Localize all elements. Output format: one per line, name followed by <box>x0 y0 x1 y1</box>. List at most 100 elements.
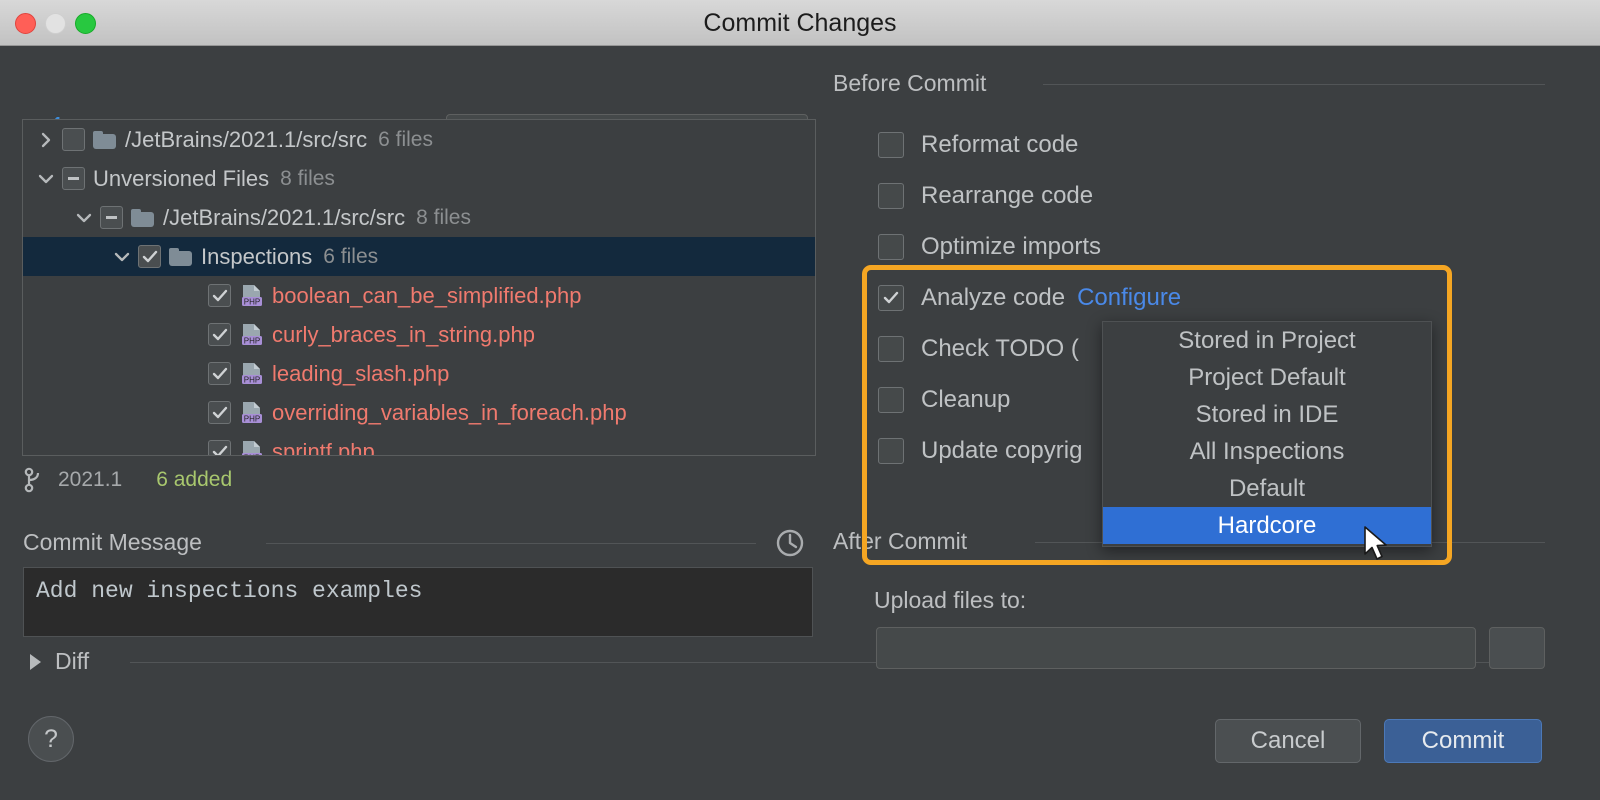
commit-message-input[interactable]: Add new inspections examples <box>23 567 813 637</box>
upload-browse-button[interactable] <box>1489 627 1545 669</box>
toolbar: Changelist: Default Changelist <box>0 46 1600 114</box>
before-commit-title: Before Commit <box>833 70 986 97</box>
before-commit-divider <box>1043 84 1545 85</box>
tree-row-label: curly_braces_in_string.php <box>272 322 535 348</box>
commit-button[interactable]: Commit <box>1384 719 1542 763</box>
svg-text:PHP: PHP <box>244 297 260 306</box>
upload-files-input[interactable] <box>876 627 1476 669</box>
php-file-icon: PHP <box>239 361 265 387</box>
mouse-cursor <box>1362 525 1392 568</box>
checkbox-rearrange-code[interactable] <box>878 183 904 209</box>
option-analyze-code[interactable]: Analyze code Configure <box>878 284 1181 312</box>
option-label-reformat-code: Reformat code <box>921 131 1078 159</box>
option-cleanup[interactable]: Cleanup <box>878 386 1010 414</box>
tree-row-label: /JetBrains/2021.1/src/src <box>163 205 405 231</box>
tree-spacer <box>181 363 203 385</box>
option-label-optimize-imports: Optimize imports <box>921 233 1101 261</box>
commit-message-value: Add new inspections examples <box>36 578 422 604</box>
folder-icon <box>93 131 116 149</box>
branch-icon <box>22 467 46 493</box>
folder-icon <box>169 248 192 266</box>
checkbox-cleanup[interactable] <box>878 387 904 413</box>
tree-row-checkbox[interactable] <box>208 284 231 307</box>
php-file-icon: PHP <box>239 400 265 426</box>
tree-row-label: sprintf.php <box>272 439 375 457</box>
tree-row-label: leading_slash.php <box>272 361 449 387</box>
changes-tree[interactable]: /JetBrains/2021.1/src/src6 filesUnversio… <box>22 119 816 456</box>
tree-row-count: 8 files <box>280 167 335 191</box>
tree-row-label: boolean_can_be_simplified.php <box>272 283 581 309</box>
added-count: 6 added <box>156 468 232 492</box>
menu-section-header: Stored in Project <box>1103 322 1431 359</box>
configure-link[interactable]: Configure <box>1077 284 1181 312</box>
chevron-right-icon[interactable] <box>35 129 57 151</box>
upload-files-label: Upload files to: <box>874 587 1026 614</box>
chevron-right-icon <box>30 654 41 670</box>
tree-row[interactable]: PHP boolean_can_be_simplified.php <box>23 276 815 315</box>
checkbox-reformat-code[interactable] <box>878 132 904 158</box>
svg-text:PHP: PHP <box>244 414 260 423</box>
tree-row[interactable]: Inspections 6 files <box>23 237 815 276</box>
tree-row-checkbox[interactable] <box>62 167 85 190</box>
tree-row-checkbox[interactable] <box>138 245 161 268</box>
branch-name: 2021.1 <box>58 468 122 492</box>
option-label-analyze-code: Analyze code <box>921 284 1065 312</box>
tree-row-count: 8 files <box>416 206 471 230</box>
tree-row[interactable]: PHP leading_slash.php <box>23 354 815 393</box>
tree-row-label: Inspections <box>201 244 312 270</box>
tree-row[interactable]: PHP sprintf.php <box>23 432 815 456</box>
option-update-copyright[interactable]: Update copyrig <box>878 437 1082 465</box>
cancel-button[interactable]: Cancel <box>1215 719 1361 763</box>
diff-toggle[interactable]: Diff <box>30 648 89 675</box>
help-button[interactable]: ? <box>28 716 74 762</box>
tree-row[interactable]: /JetBrains/2021.1/src/src 8 files <box>23 198 815 237</box>
option-label-update-copyright: Update copyrig <box>921 437 1082 465</box>
tree-row-count: 6 files <box>323 245 378 269</box>
php-file-icon: PHP <box>239 322 265 348</box>
checkbox-optimize-imports[interactable] <box>878 234 904 260</box>
commit-message-divider <box>266 543 756 544</box>
php-file-icon: PHP <box>239 439 265 457</box>
diff-label: Diff <box>55 648 89 675</box>
tree-row-checkbox[interactable] <box>208 440 231 456</box>
tree-row-checkbox[interactable] <box>62 128 85 151</box>
checkbox-check-todo[interactable] <box>878 336 904 362</box>
chevron-down-icon[interactable] <box>73 207 95 229</box>
tree-row[interactable]: Unversioned Files 8 files <box>23 159 815 198</box>
menu-item[interactable]: Default <box>1103 470 1431 507</box>
tree-row-checkbox[interactable] <box>208 362 231 385</box>
tree-row[interactable]: PHP curly_braces_in_string.php <box>23 315 815 354</box>
tree-row-count: 6 files <box>378 128 433 152</box>
inspection-profile-menu[interactable]: Stored in ProjectProject DefaultStored i… <box>1102 321 1432 547</box>
tree-spacer <box>181 402 203 424</box>
commit-changes-dialog: Commit Changes <box>0 0 1600 800</box>
tree-row-checkbox[interactable] <box>208 323 231 346</box>
menu-item[interactable]: Project Default <box>1103 359 1431 396</box>
option-rearrange-code[interactable]: Rearrange code <box>878 182 1093 210</box>
svg-text:PHP: PHP <box>244 375 260 384</box>
checkbox-update-copyright[interactable] <box>878 438 904 464</box>
option-label-check-todo: Check TODO ( <box>921 335 1079 363</box>
chevron-down-icon[interactable] <box>111 246 133 268</box>
checkbox-analyze-code[interactable] <box>878 285 904 311</box>
tree-row-checkbox[interactable] <box>100 206 123 229</box>
svg-text:PHP: PHP <box>244 453 260 456</box>
chevron-down-icon[interactable] <box>35 168 57 190</box>
php-file-icon: PHP <box>239 283 265 309</box>
option-reformat-code[interactable]: Reformat code <box>878 131 1078 159</box>
option-check-todo[interactable]: Check TODO ( <box>878 335 1079 363</box>
tree-row-label: Unversioned Files <box>93 166 269 192</box>
option-label-rearrange-code: Rearrange code <box>921 182 1093 210</box>
option-optimize-imports[interactable]: Optimize imports <box>878 233 1101 261</box>
tree-row[interactable]: PHPoverriding_variables_in_foreach.php <box>23 393 815 432</box>
branch-status-bar: 2021.1 6 added <box>22 462 816 498</box>
after-commit-title: After Commit <box>833 528 967 555</box>
history-clock-icon[interactable] <box>775 528 805 563</box>
menu-section-header: Stored in IDE <box>1103 396 1431 433</box>
option-label-cleanup: Cleanup <box>921 386 1010 414</box>
tree-spacer <box>181 324 203 346</box>
tree-row-checkbox[interactable] <box>208 401 231 424</box>
window-title: Commit Changes <box>0 0 1600 46</box>
menu-item[interactable]: All Inspections <box>1103 433 1431 470</box>
tree-row[interactable]: /JetBrains/2021.1/src/src6 files <box>23 120 815 159</box>
